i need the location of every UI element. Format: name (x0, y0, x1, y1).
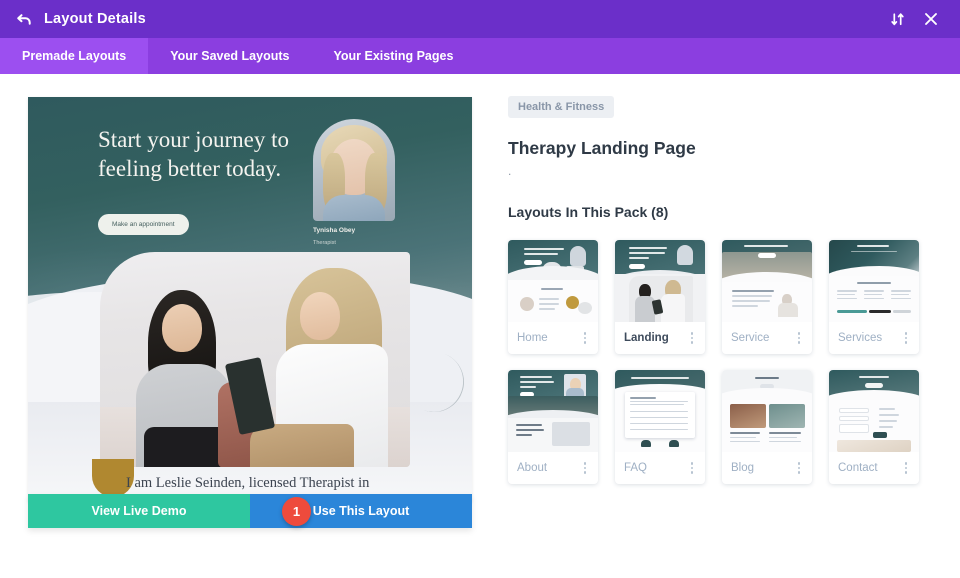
layout-card-menu-icon[interactable] (687, 332, 697, 344)
tab-label: Your Saved Layouts (170, 49, 290, 63)
layout-card-menu-icon[interactable] (580, 332, 590, 344)
layout-card-label: Landing (624, 332, 669, 344)
layout-card-menu-icon[interactable] (580, 462, 590, 474)
preview-person-role: Therapist (313, 240, 336, 246)
layout-thumbnail (508, 240, 598, 322)
tab-your-saved-layouts[interactable]: Your Saved Layouts (148, 38, 311, 74)
layout-thumbnail (829, 370, 919, 452)
portrait-body (323, 195, 385, 221)
layout-card-about[interactable]: About (508, 370, 598, 484)
layout-card-blog[interactable]: Blog (722, 370, 812, 484)
layout-card-label: Service (731, 332, 770, 344)
layout-card-label: Blog (731, 462, 755, 474)
layout-card-menu-icon[interactable] (901, 462, 911, 474)
photo-client-face (162, 304, 202, 352)
layout-pack-title: Therapy Landing Page (508, 138, 696, 158)
preview-session-photo (100, 252, 410, 467)
layout-details-panel: Health & Fitness Therapy Landing Page . … (508, 74, 938, 578)
view-live-demo-button[interactable]: View Live Demo (28, 494, 250, 528)
tab-label: Premade Layouts (22, 49, 127, 63)
use-this-layout-label: Use This Layout (312, 504, 410, 518)
preview-cta-button: Make an appointment (98, 214, 189, 235)
layout-card-footer: Landing (615, 322, 705, 354)
layout-card-label: Services (838, 332, 883, 344)
tab-bar: Premade Layouts Your Saved Layouts Your … (0, 38, 960, 74)
layout-card-menu-icon[interactable] (794, 462, 804, 474)
layout-thumbnail (722, 370, 812, 452)
layout-card-faq[interactable]: FAQ (615, 370, 705, 484)
layout-thumbnail (615, 370, 705, 452)
modal-header: Layout Details (0, 0, 960, 38)
layout-thumbnail (829, 240, 919, 322)
category-badge[interactable]: Health & Fitness (508, 96, 615, 118)
tab-your-existing-pages[interactable]: Your Existing Pages (311, 38, 475, 74)
layout-card-footer: Blog (722, 452, 812, 484)
layout-thumbnail (508, 370, 598, 452)
layout-card-label: Home (517, 332, 548, 344)
layout-card-menu-icon[interactable] (687, 462, 697, 474)
layout-card-landing[interactable]: Landing (615, 240, 705, 354)
layout-pack-description: . (508, 164, 512, 178)
layout-card-footer: Service (722, 322, 812, 354)
preview-action-bar: View Live Demo Use This Layout (28, 494, 472, 528)
layout-card-footer: About (508, 452, 598, 484)
layout-card-footer: Home (508, 322, 598, 354)
layout-card-label: Contact (838, 462, 878, 474)
layout-card-services[interactable]: Services (829, 240, 919, 354)
view-live-demo-label: View Live Demo (91, 504, 187, 518)
preview-headline: Start your journey to feeling better tod… (98, 127, 289, 182)
tab-premade-layouts[interactable]: Premade Layouts (0, 38, 149, 74)
layout-card-footer: Contact (829, 452, 919, 484)
layout-card-home[interactable]: Home (508, 240, 598, 354)
preview-portrait-image (313, 119, 395, 221)
preview-person-name: Tynisha Obey (313, 227, 356, 234)
annotation-marker-1: 1 (282, 497, 311, 526)
layouts-grid: Home Landing Service Services About FAQ … (508, 240, 938, 484)
layout-card-footer: FAQ (615, 452, 705, 484)
layout-card-menu-icon[interactable] (794, 332, 804, 344)
layout-preview[interactable]: Start your journey to feeling better tod… (28, 97, 472, 502)
layout-details-modal: Layout Details Premade Layouts Your Save… (0, 0, 960, 578)
close-x-icon[interactable] (916, 4, 946, 34)
photo-therapist-lap (250, 424, 354, 467)
layout-card-label: About (517, 462, 548, 474)
layout-thumbnail (615, 240, 705, 322)
layout-card-menu-icon[interactable] (901, 332, 911, 344)
page-title: Layout Details (44, 11, 146, 27)
layout-card-service[interactable]: Service (722, 240, 812, 354)
photo-therapist-face (300, 292, 340, 340)
modal-body: Start your journey to feeling better tod… (0, 74, 960, 578)
layouts-in-pack-heading: Layouts In This Pack (8) (508, 204, 669, 220)
layout-thumbnail (722, 240, 812, 322)
preview-lower-text: I am Leslie Seinden, licensed Therapist … (126, 475, 370, 491)
tab-label: Your Existing Pages (333, 49, 454, 63)
layout-card-contact[interactable]: Contact (829, 370, 919, 484)
layout-card-label: FAQ (624, 462, 648, 474)
back-arrow-icon[interactable] (14, 9, 34, 29)
layout-card-footer: Services (829, 322, 919, 354)
sort-updown-icon[interactable] (882, 4, 912, 34)
